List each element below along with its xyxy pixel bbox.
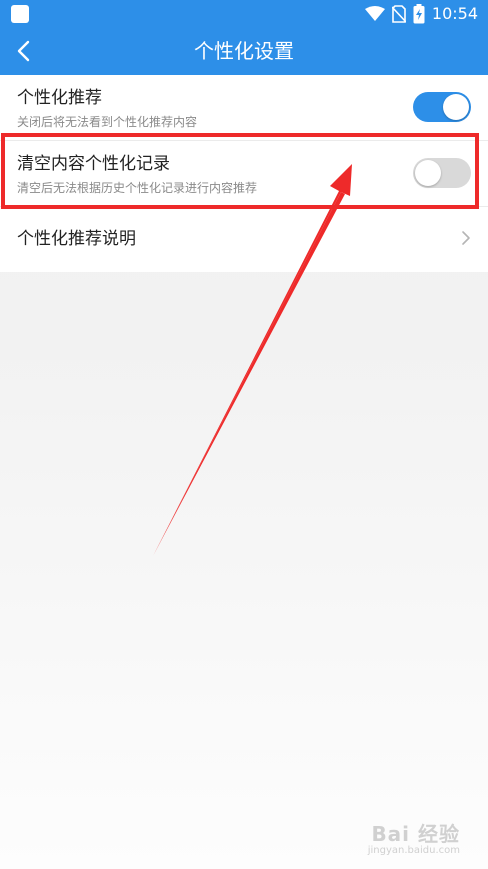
toggle-knob (443, 94, 469, 120)
status-icons: 10:54 (364, 4, 478, 24)
wifi-icon (364, 6, 385, 21)
app-bar: 个性化设置 (0, 28, 488, 75)
watermark-logo: Bai 经验 (371, 822, 460, 846)
setting-label: 清空内容个性化记录 (17, 154, 170, 174)
chevron-right-icon (462, 231, 470, 245)
watermark: Bai 经验 jingyan.baidu.com (368, 823, 460, 857)
battery-charging-icon (413, 4, 425, 24)
setting-label: 个性化推荐说明 (17, 229, 136, 249)
page-title: 个性化设置 (194, 39, 294, 63)
setting-description: 清空后无法根据历史个性化记录进行内容推荐 (17, 181, 258, 195)
setting-clear-personalized-records: 清空内容个性化记录 清空后无法根据历史个性化记录进行内容推荐 (0, 141, 488, 207)
status-bar: 10:54 (0, 0, 488, 28)
setting-recommendation-explanation[interactable]: 个性化推荐说明 (0, 207, 488, 272)
clear-personalized-records-toggle[interactable] (413, 158, 471, 188)
personalized-recommendation-toggle[interactable] (413, 92, 471, 122)
toggle-knob (415, 160, 441, 186)
setting-personalized-recommendation: 个性化推荐 关闭后将无法看到个性化推荐内容 (0, 75, 488, 141)
watermark-sub: jingyan.baidu.com (367, 845, 460, 856)
app-square-icon (11, 5, 29, 23)
settings-list: 个性化推荐 关闭后将无法看到个性化推荐内容 清空内容个性化记录 清空后无法根据历… (0, 75, 488, 272)
status-time: 10:54 (431, 4, 478, 23)
setting-label: 个性化推荐 (17, 88, 102, 108)
no-sim-icon (391, 5, 406, 23)
setting-description: 关闭后将无法看到个性化推荐内容 (17, 115, 198, 129)
